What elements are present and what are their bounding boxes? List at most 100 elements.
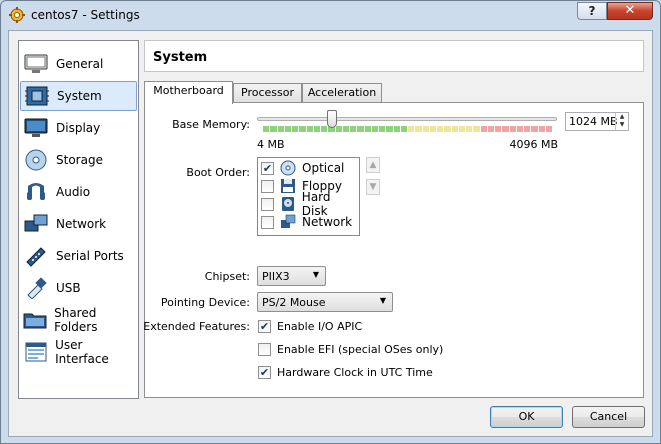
slider-tick xyxy=(393,126,400,132)
spin-down-icon[interactable]: ▼ xyxy=(616,121,628,129)
sidebar-item-shared-folders[interactable]: Shared Folders xyxy=(20,305,137,335)
memory-spinbox[interactable]: 1024 MB ▲ ▼ xyxy=(565,112,629,131)
slider-tick xyxy=(364,126,371,132)
memory-slider-thumb[interactable] xyxy=(327,110,337,128)
boot-item-optical[interactable]: ✔ Optical xyxy=(261,159,344,177)
enable-io-apic-checkbox[interactable]: ✔ xyxy=(258,320,271,333)
help-button[interactable]: ? xyxy=(577,2,607,20)
extended-features-label: Extended Features: xyxy=(143,320,250,333)
motherboard-panel: Base Memory: 4 MB 4096 MB 1024 MB ▲ ▼ Bo… xyxy=(143,102,644,398)
hard-disk-icon xyxy=(280,196,296,212)
tab-acceleration[interactable]: Acceleration xyxy=(302,83,382,103)
slider-tick xyxy=(437,126,444,132)
sidebar-item-serial-ports[interactable]: Serial Ports xyxy=(20,241,137,271)
sidebar-item-label: Display xyxy=(56,121,101,135)
move-down-icon[interactable]: ▼ xyxy=(366,179,380,195)
sidebar-item-label: Network xyxy=(56,217,107,231)
slider-tick xyxy=(429,126,436,132)
memory-slider-scale xyxy=(263,126,553,132)
slider-tick xyxy=(451,126,458,132)
enable-io-apic-row[interactable]: ✔ Enable I/O APIC xyxy=(258,320,362,333)
slider-tick xyxy=(299,126,306,132)
ok-button[interactable]: OK xyxy=(490,406,563,428)
dialog-client: General System Display Storage Audio Net… xyxy=(8,30,653,437)
hardware-clock-utc-row[interactable]: ✔ Hardware Clock in UTC Time xyxy=(258,366,433,379)
hardware-clock-utc-checkbox[interactable]: ✔ xyxy=(258,366,271,379)
slider-tick xyxy=(502,126,509,132)
slider-tick xyxy=(284,126,291,132)
slider-tick xyxy=(313,126,320,132)
chevron-down-icon: ▼ xyxy=(312,270,319,279)
enable-efi-row[interactable]: Enable EFI (special OSes only) xyxy=(258,343,443,356)
close-button[interactable]: ✕ xyxy=(607,2,653,20)
pointing-device-select[interactable]: PS/2 Mouse ▼ xyxy=(257,292,393,312)
sidebar-item-display[interactable]: Display xyxy=(20,113,137,143)
sidebar-item-audio[interactable]: Audio xyxy=(20,177,137,207)
slider-tick xyxy=(480,126,487,132)
optical-disc-icon xyxy=(280,160,296,176)
spin-up-icon[interactable]: ▲ xyxy=(616,113,628,121)
slider-tick xyxy=(495,126,502,132)
title-bar[interactable]: centos7 - Settings ? ✕ xyxy=(1,1,660,29)
hardware-clock-utc-label: Hardware Clock in UTC Time xyxy=(277,366,433,379)
virtualbox-gear-icon xyxy=(9,7,25,23)
enable-io-apic-label: Enable I/O APIC xyxy=(277,320,363,333)
boot-order-label: Boot Order: xyxy=(186,166,250,179)
slider-tick xyxy=(524,126,531,132)
network-icon xyxy=(280,214,296,230)
sidebar-item-label: Serial Ports xyxy=(56,249,124,263)
slider-tick xyxy=(277,126,284,132)
slider-tick xyxy=(458,126,465,132)
serial-ports-icon xyxy=(23,244,49,268)
slider-tick xyxy=(357,126,364,132)
chipset-select[interactable]: PIIX3 ▼ xyxy=(257,266,326,286)
sidebar-item-user-interface[interactable]: User Interface xyxy=(20,337,137,367)
chevron-down-icon: ▼ xyxy=(379,296,386,305)
sidebar-item-usb[interactable]: USB xyxy=(20,273,137,303)
network-icon xyxy=(23,212,49,236)
slider-tick xyxy=(400,126,407,132)
sidebar-item-storage[interactable]: Storage xyxy=(20,145,137,175)
general-icon xyxy=(23,52,49,76)
slider-tick xyxy=(371,126,378,132)
slider-tick xyxy=(538,126,545,132)
slider-tick xyxy=(342,126,349,132)
floppy-icon xyxy=(280,178,296,194)
base-memory-label: Base Memory: xyxy=(172,118,250,131)
enable-efi-checkbox[interactable] xyxy=(258,343,271,356)
boot-item-checkbox[interactable] xyxy=(261,215,274,229)
boot-item-hard-disk[interactable]: Hard Disk xyxy=(261,190,359,218)
slider-tick xyxy=(408,126,415,132)
slider-tick xyxy=(473,126,480,132)
slider-tick xyxy=(292,126,299,132)
boot-order-list: ✔ Optical Floppy Hard Disk Network xyxy=(257,157,360,236)
slider-tick xyxy=(263,126,270,132)
shared-folders-icon xyxy=(23,308,47,332)
sidebar-item-general[interactable]: General xyxy=(20,49,137,79)
sidebar-item-label: USB xyxy=(56,281,81,295)
boot-item-checkbox[interactable]: ✔ xyxy=(261,161,274,175)
move-up-icon[interactable]: ▲ xyxy=(366,157,380,173)
enable-efi-label: Enable EFI (special OSes only) xyxy=(277,343,444,356)
slider-tick xyxy=(379,126,386,132)
sidebar-item-label: General xyxy=(56,57,104,71)
audio-icon xyxy=(23,180,49,204)
boot-item-checkbox[interactable] xyxy=(261,179,274,193)
boot-item-checkbox[interactable] xyxy=(261,197,274,211)
boot-item-network[interactable]: Network xyxy=(261,213,352,231)
cancel-button[interactable]: Cancel xyxy=(572,406,645,428)
chipset-label: Chipset: xyxy=(204,270,250,283)
tab-motherboard[interactable]: Motherboard xyxy=(144,81,233,104)
sidebar-item-network[interactable]: Network xyxy=(20,209,137,239)
page-header: System xyxy=(144,40,644,72)
settings-sidebar: General System Display Storage Audio Net… xyxy=(18,40,139,399)
tab-processor[interactable]: Processor xyxy=(233,83,302,103)
sidebar-item-label: Shared Folders xyxy=(54,306,98,334)
sidebar-item-system[interactable]: System xyxy=(20,81,137,111)
memory-slider-track[interactable] xyxy=(257,117,557,121)
tab-label: Processor xyxy=(241,86,294,99)
sidebar-item-label: System xyxy=(57,89,102,103)
slider-tick xyxy=(466,126,473,132)
settings-window: centos7 - Settings ? ✕ General System Di… xyxy=(0,0,661,444)
usb-icon xyxy=(23,276,49,300)
